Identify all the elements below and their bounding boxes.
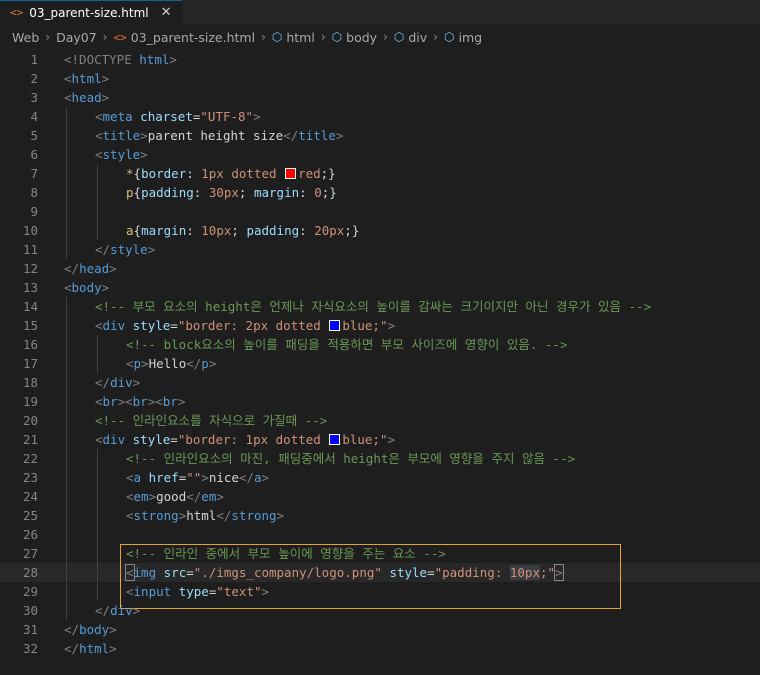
code-line: 12 </head> (0, 259, 760, 278)
code-line: 19 <br><br><br> (0, 392, 760, 411)
code-line: 8 p{padding: 30px; margin: 0;} (0, 183, 760, 202)
line-number: 7 (30, 166, 38, 181)
chevron-right-icon: › (45, 30, 51, 44)
line-number: 25 (22, 508, 38, 523)
line-number: 24 (22, 489, 38, 504)
breadcrumb-img[interactable]: img (458, 30, 482, 45)
chevron-right-icon: › (261, 30, 266, 44)
code-line: 31 </body> (0, 620, 760, 639)
line-number: 6 (30, 147, 38, 162)
code-line: 30 </div> (0, 601, 760, 620)
code-line: 20 <!-- 인라인요소를 자식으로 가질때 --> (0, 411, 760, 430)
chevron-right-icon: › (320, 30, 326, 44)
code-line: 10 a{margin: 10px; padding: 20px;} (0, 221, 760, 240)
line-number: 22 (22, 451, 38, 466)
line-number: 5 (30, 128, 38, 143)
line-number: 26 (22, 527, 38, 542)
line-number: 27 (22, 546, 38, 561)
cube-icon: ⬡ (271, 30, 283, 44)
code-line: 26 (0, 525, 760, 544)
breadcrumb-day07[interactable]: Day07 (56, 30, 97, 45)
line-number: 9 (30, 204, 38, 219)
chevron-right-icon: › (102, 30, 108, 44)
code-line: 24 <em>good</em> (0, 487, 760, 506)
line-number: 2 (30, 71, 38, 86)
code-line: 15 <div style="border: 2px dotted blue;"… (0, 316, 760, 335)
code-line: 3 <head> (0, 88, 760, 107)
line-number: 21 (22, 432, 38, 447)
line-number: 13 (22, 280, 38, 295)
breadcrumb-file[interactable]: 03_parent-size.html (131, 30, 255, 45)
tab-bar: <> 03_parent-size.html ✕ (0, 0, 760, 24)
chevron-right-icon: › (383, 30, 388, 44)
line-number: 14 (22, 299, 38, 314)
line-number: 28 (22, 565, 38, 580)
line-number: 31 (22, 622, 38, 637)
code-line: 18 </div> (0, 373, 760, 392)
code-line: 25 <strong>html</strong> (0, 506, 760, 525)
tab-03-parent-size[interactable]: <> 03_parent-size.html ✕ (0, 0, 182, 24)
chevron-right-icon: › (433, 30, 438, 44)
line-number: 30 (22, 603, 38, 618)
code-line: 22 <!-- 인라인요소의 마진, 패딩중에서 height은 부모에 영향을… (0, 449, 760, 468)
cube-icon: ⬡ (393, 30, 405, 44)
line-number: 18 (22, 375, 38, 390)
code-line: 29 <input type="text"> (0, 582, 760, 601)
tab-label: 03_parent-size.html (29, 5, 149, 20)
breadcrumb-web[interactable]: Web (12, 30, 39, 45)
line-number: 16 (22, 337, 38, 352)
color-swatch-blue[interactable] (329, 320, 341, 331)
code-line: 32 </html> (0, 639, 760, 658)
code-line: 6 <style> (0, 145, 760, 164)
cube-icon: ⬡ (443, 30, 455, 44)
line-number: 12 (22, 261, 38, 276)
line-number: 15 (22, 318, 38, 333)
html-file-icon: <> (113, 30, 127, 44)
code-line: 14 <!-- 부모 요소의 height은 언제나 자식요소의 높이를 감싸는… (0, 297, 760, 316)
code-line-active: 28 <img src="./imgs_company/logo.png" st… (0, 563, 760, 582)
code-line: 17 <p>Hello</p> (0, 354, 760, 373)
line-number: 32 (22, 641, 38, 656)
code-line: 7 *{border: 1px dotted red;} (0, 164, 760, 183)
line-number: 1 (30, 52, 38, 67)
code-line: 4 <meta charset="UTF-8"> (0, 107, 760, 126)
line-number: 17 (22, 356, 38, 371)
breadcrumb-html[interactable]: html (286, 30, 314, 45)
line-number: 4 (30, 109, 38, 124)
code-line: 2 <html> (0, 69, 760, 88)
breadcrumb-div[interactable]: div (408, 30, 427, 45)
line-number: 20 (22, 413, 38, 428)
close-icon[interactable]: ✕ (161, 5, 172, 20)
line-number: 3 (30, 90, 38, 105)
code-line: 23 <a href="">nice</a> (0, 468, 760, 487)
breadcrumb-body[interactable]: body (346, 30, 377, 45)
code-line: 5 <title>parent height size</title> (0, 126, 760, 145)
line-number: 19 (22, 394, 38, 409)
code-line: 9 (0, 202, 760, 221)
code-line: 27 <!-- 인라인 중에서 부모 높이에 영향을 주는 요소 --> (0, 544, 760, 563)
code-line: 13 <body> (0, 278, 760, 297)
code-line: 21 <div style="border: 1px dotted blue;"… (0, 430, 760, 449)
line-number: 11 (22, 242, 38, 257)
code-editor[interactable]: 1 <!DOCTYPE html> 2 <html> 3 <head> 4 <m… (0, 50, 760, 658)
color-swatch-red[interactable] (285, 168, 297, 179)
color-swatch-blue[interactable] (329, 434, 341, 445)
cube-icon: ⬡ (331, 30, 343, 44)
code-line: 1 <!DOCTYPE html> (0, 50, 760, 69)
line-number: 23 (22, 470, 38, 485)
code-line: 16 <!-- block요소의 높이를 패딩을 적용하면 부모 사이즈에 영향… (0, 335, 760, 354)
line-number: 10 (22, 223, 38, 238)
highlighted-region: 27 <!-- 인라인 중에서 부모 높이에 영향을 주는 요소 --> 28 … (0, 544, 760, 609)
line-number: 29 (22, 584, 38, 599)
html-file-icon: <> (10, 6, 24, 19)
breadcrumb: Web › Day07 › <> 03_parent-size.html › ⬡… (0, 24, 760, 50)
code-line: 11 </style> (0, 240, 760, 259)
line-number: 8 (30, 185, 38, 200)
